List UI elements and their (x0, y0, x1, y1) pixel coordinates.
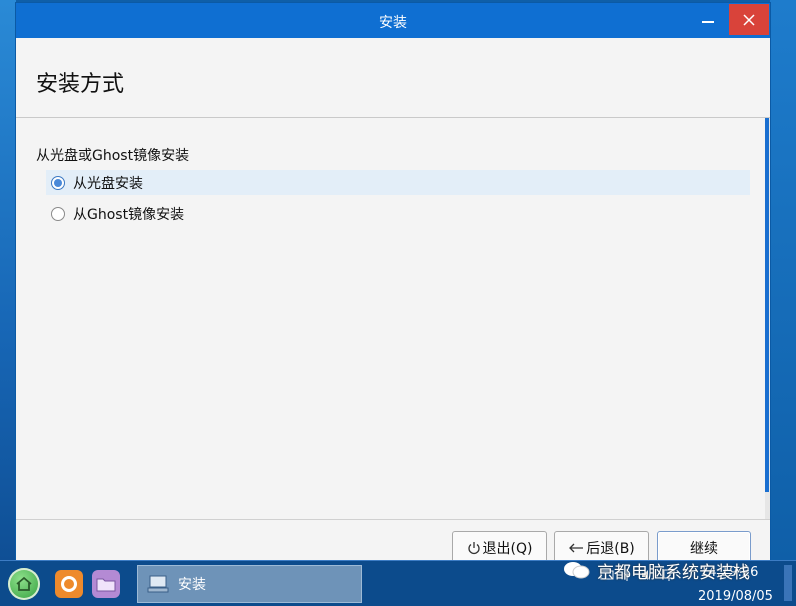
start-menu-button[interactable] (8, 568, 40, 600)
desktop-background-right (770, 0, 796, 560)
taskbar-item-label: 安装 (178, 577, 206, 593)
option-label: 从光盘安装 (73, 175, 143, 192)
option-install-from-disc[interactable]: 从光盘安装 (46, 170, 750, 195)
content-area: 从光盘或Ghost镜像安装 从光盘安装 从Ghost镜像安装 (16, 118, 770, 519)
back-button[interactable]: 后退(B) (554, 531, 649, 560)
close-button[interactable] (729, 4, 769, 35)
clock-date[interactable]: 2019/08/05 (698, 589, 773, 604)
firefox-launcher[interactable] (55, 570, 83, 598)
folder-icon (96, 578, 116, 592)
installer-window: 安装 安装方式 从光盘或Ghost镜像安装 从光盘安装 从Ghost镜像安装 退… (16, 3, 770, 560)
home-icon (16, 576, 32, 591)
back-label: 后退(B) (586, 541, 635, 557)
wechat-icon (563, 560, 591, 580)
quit-button[interactable]: 退出(Q) (452, 531, 547, 560)
show-desktop-button[interactable] (784, 565, 792, 601)
minimize-button[interactable] (688, 3, 728, 36)
file-manager-launcher[interactable] (92, 570, 120, 598)
power-icon (467, 541, 481, 555)
radio-button[interactable] (51, 206, 65, 221)
option-label: 从Ghost镜像安装 (73, 206, 185, 223)
back-arrow-icon (568, 542, 584, 554)
option-install-from-ghost[interactable]: 从Ghost镜像安装 (46, 201, 750, 226)
watermark: 京都电脑系统安装栈 (563, 559, 750, 583)
firefox-icon (61, 576, 77, 592)
taskbar-item-installer[interactable]: 安装 (137, 565, 362, 603)
close-icon (743, 13, 755, 26)
window-title: 安装 (379, 15, 407, 31)
quit-label: 退出(Q) (482, 541, 533, 557)
desktop-background (0, 0, 16, 560)
watermark-text: 京都电脑系统安装栈 (597, 562, 750, 583)
radio-button-checked[interactable] (51, 175, 65, 190)
continue-button[interactable]: 继续 (657, 531, 751, 560)
page-title: 安装方式 (36, 72, 125, 97)
continue-label: 继续 (690, 541, 718, 557)
installer-icon (147, 574, 169, 594)
button-bar: 退出(Q) 后退(B) 继续 (16, 519, 770, 560)
install-method-group-label: 从光盘或Ghost镜像安装 (36, 148, 190, 164)
minimize-icon (702, 20, 714, 23)
scrollbar-thumb[interactable] (765, 118, 769, 492)
title-bar[interactable]: 安装 (16, 3, 770, 38)
page-header: 安装方式 (16, 38, 770, 118)
